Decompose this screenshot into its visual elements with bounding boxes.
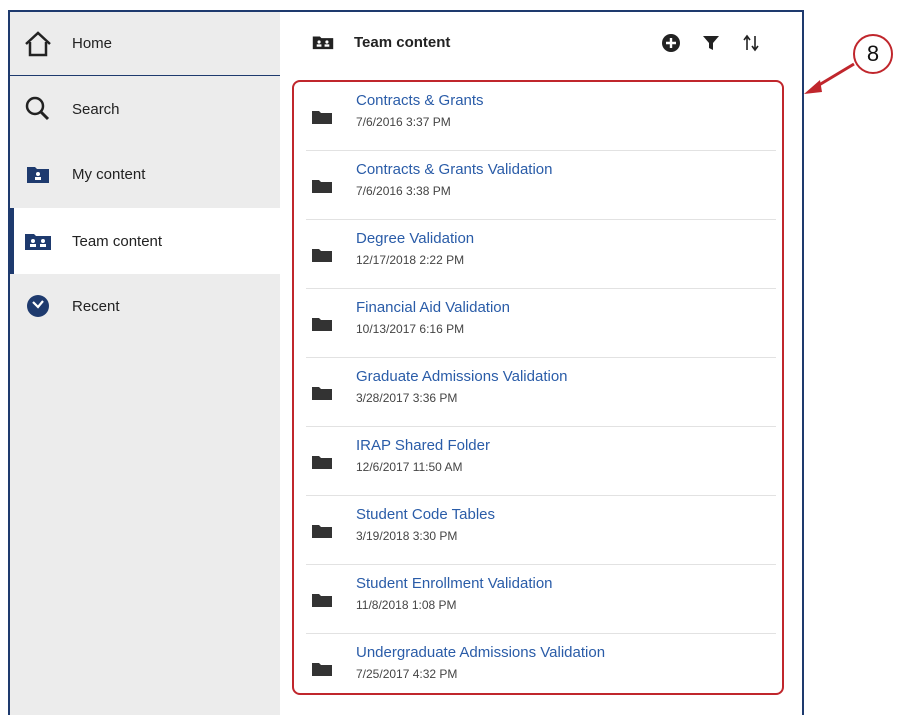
folder-icon xyxy=(312,662,332,681)
folder-date: 7/25/2017 4:32 PM xyxy=(356,667,458,681)
folder-name-link[interactable]: Financial Aid Validation xyxy=(356,299,510,316)
folder-row[interactable]: Financial Aid Validation 10/13/2017 6:16 … xyxy=(306,289,776,358)
folder-row[interactable]: Contracts & Grants Validation 7/6/2016 3:… xyxy=(306,151,776,220)
folder-icon xyxy=(312,179,332,198)
home-icon xyxy=(24,30,52,58)
sidebar-item-label: Home xyxy=(72,35,113,52)
callout-number: 8 xyxy=(853,34,893,74)
search-icon xyxy=(24,95,52,123)
folder-name-link[interactable]: Degree Validation xyxy=(356,230,474,247)
add-button[interactable] xyxy=(660,32,682,54)
folder-name-link[interactable]: Graduate Admissions Validation xyxy=(356,368,568,385)
sidebar-item-home[interactable]: Home xyxy=(10,12,280,76)
folder-date: 3/28/2017 3:36 PM xyxy=(356,391,458,405)
add-icon xyxy=(662,34,680,52)
folder-date: 12/6/2017 11:50 AM xyxy=(356,460,463,474)
folder-name-link[interactable]: Contracts & Grants xyxy=(356,92,484,109)
filter-icon xyxy=(703,36,719,50)
folder-name-link[interactable]: Student Enrollment Validation xyxy=(356,575,553,592)
folder-icon xyxy=(312,386,332,405)
folder-row[interactable]: Student Code Tables 3/19/2018 3:30 PM xyxy=(306,496,776,565)
folder-date: 7/6/2016 3:37 PM xyxy=(356,115,451,129)
folder-icon xyxy=(312,248,332,267)
folder-date: 3/19/2018 3:30 PM xyxy=(356,529,458,543)
filter-button[interactable] xyxy=(700,32,722,54)
folder-row[interactable]: Degree Validation 12/17/2018 2:22 PM xyxy=(306,220,776,289)
sidebar-item-label: Recent xyxy=(72,297,120,315)
sidebar-item-label: Search xyxy=(72,100,120,118)
team-content-icon xyxy=(24,227,52,255)
app-window: Home Search My content Team content Rece… xyxy=(8,10,804,715)
sidebar-item-team-content[interactable]: Team content xyxy=(10,208,280,274)
sidebar: Home Search My content Team content Rece… xyxy=(10,12,280,715)
folder-date: 11/8/2018 1:08 PM xyxy=(356,598,457,612)
folder-row[interactable]: Student Enrollment Validation 11/8/2018 1… xyxy=(306,565,776,634)
folder-row[interactable]: IRAP Shared Folder 12/6/2017 11:50 AM xyxy=(306,427,776,496)
main-panel: Team content Contracts & Grants 7/6/2016 … xyxy=(280,12,802,715)
folder-icon xyxy=(312,593,332,612)
sidebar-item-label: My content xyxy=(72,165,146,183)
folder-name-link[interactable]: Contracts & Grants Validation xyxy=(356,161,552,178)
sidebar-item-search[interactable]: Search xyxy=(10,77,280,141)
folder-row[interactable]: Contracts & Grants 7/6/2016 3:37 PM xyxy=(306,82,776,151)
sidebar-item-label: Team content xyxy=(72,232,163,250)
sort-icon xyxy=(743,34,759,52)
folder-row[interactable]: Undergraduate Admissions Validation 7/25/… xyxy=(306,634,776,703)
sidebar-item-recent[interactable]: Recent xyxy=(10,274,280,338)
recent-icon xyxy=(24,292,52,320)
folder-icon xyxy=(312,455,332,474)
folder-date: 10/13/2017 6:16 PM xyxy=(356,322,465,336)
folder-icon xyxy=(312,110,332,129)
folder-list: Contracts & Grants 7/6/2016 3:37 PM Contra… xyxy=(296,82,786,703)
folder-icon xyxy=(312,524,332,543)
folder-icon xyxy=(312,317,332,336)
my-content-icon xyxy=(24,160,52,188)
callout-arrow xyxy=(804,62,855,94)
folder-date: 12/17/2018 2:22 PM xyxy=(356,253,465,267)
page-title: Team content xyxy=(354,34,451,51)
folder-row[interactable]: Graduate Admissions Validation 3/28/2017 … xyxy=(306,358,776,427)
folder-name-link[interactable]: Student Code Tables xyxy=(356,506,495,523)
folder-name-link[interactable]: Undergraduate Admissions Validation xyxy=(356,644,605,661)
sort-button[interactable] xyxy=(740,32,762,54)
folder-date: 7/6/2016 3:38 PM xyxy=(356,184,451,198)
sidebar-item-my-content[interactable]: My content xyxy=(10,142,280,206)
team-content-icon xyxy=(312,34,334,55)
folder-name-link[interactable]: IRAP Shared Folder xyxy=(356,437,490,454)
panel-header: Team content xyxy=(280,12,802,76)
